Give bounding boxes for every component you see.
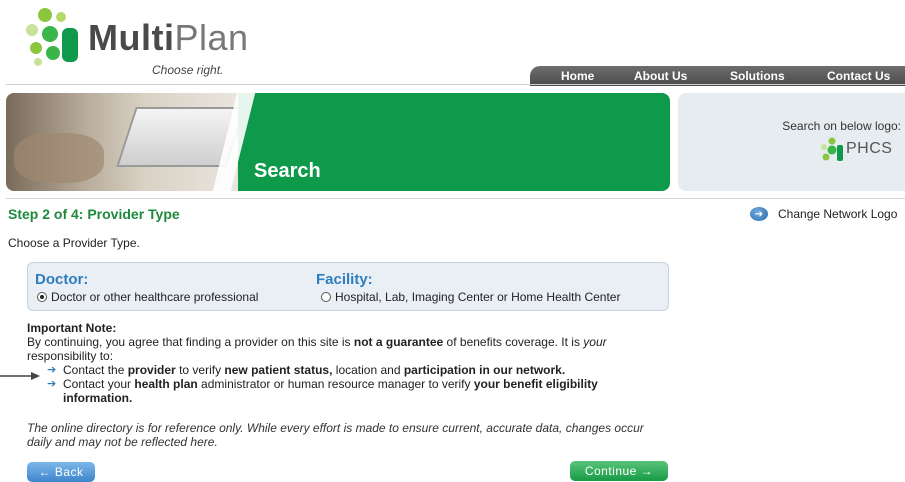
important-note: Important Note: By continuing, you agree… (27, 321, 667, 405)
search-banner: Search (238, 93, 670, 191)
list-item: ➔ Contact your health plan administrator … (47, 377, 598, 405)
nav-about-us[interactable]: About Us (634, 69, 687, 83)
continue-button[interactable]: Continue → (570, 461, 668, 481)
logo-wordmark: MultiPlan (88, 17, 249, 58)
header-divider (6, 84, 905, 85)
banner-photo (6, 93, 238, 191)
banner-divider-line (6, 198, 905, 199)
phcs-logo[interactable]: PHCS (820, 137, 902, 163)
nav-solutions[interactable]: Solutions (730, 69, 785, 83)
facility-radio[interactable] (321, 292, 331, 302)
top-nav: Home About Us Solutions Contact Us (530, 66, 905, 86)
arrow-bullet-icon: ➔ (47, 364, 57, 376)
doctor-radio[interactable] (37, 292, 47, 302)
nav-contact-us[interactable]: Contact Us (827, 69, 890, 83)
note-paragraph: By continuing, you agree that finding a … (27, 335, 607, 363)
facility-option[interactable]: Hospital, Lab, Imaging Center or Home He… (321, 290, 620, 304)
arrow-right-circle-icon: ➔ (750, 207, 768, 221)
arrow-bullet-icon: ➔ (47, 378, 57, 390)
laptop-image (116, 107, 238, 167)
back-button[interactable]: ← Back (27, 462, 95, 482)
nav-home[interactable]: Home (561, 69, 594, 83)
change-network-logo-link[interactable]: ➔ Change Network Logo (750, 207, 897, 221)
change-network-logo-label: Change Network Logo (778, 207, 898, 221)
facility-option-label: Hospital, Lab, Imaging Center or Home He… (335, 290, 621, 304)
note-list: ➔ Contact the provider to verify new pati… (47, 363, 667, 405)
logo-tagline: Choose right. (152, 63, 224, 77)
network-logo-label: Search on below logo: (782, 119, 901, 133)
directory-disclaimer: The online directory is for reference on… (27, 421, 644, 449)
network-logo-panel: Search on below logo: PHCS (678, 93, 905, 191)
logo-dots-icon (24, 6, 84, 68)
doctor-option-label: Doctor or other healthcare professional (51, 290, 259, 304)
banner-title: Search (254, 160, 321, 182)
facility-heading: Facility: (316, 271, 373, 288)
doctor-option[interactable]: Doctor or other healthcare professional (37, 290, 258, 304)
provider-type-box: Doctor: Doctor or other healthcare profe… (27, 262, 669, 311)
phcs-dots-icon (821, 137, 843, 161)
instruction-text: Choose a Provider Type. (8, 236, 140, 250)
multiplan-logo[interactable]: MultiPlan Choose right. (24, 6, 284, 77)
note-heading: Important Note: (27, 321, 117, 335)
doctor-heading: Doctor: (35, 271, 89, 288)
step-title: Step 2 of 4: Provider Type (8, 206, 180, 222)
list-item: ➔ Contact the provider to verify new pati… (47, 363, 566, 377)
